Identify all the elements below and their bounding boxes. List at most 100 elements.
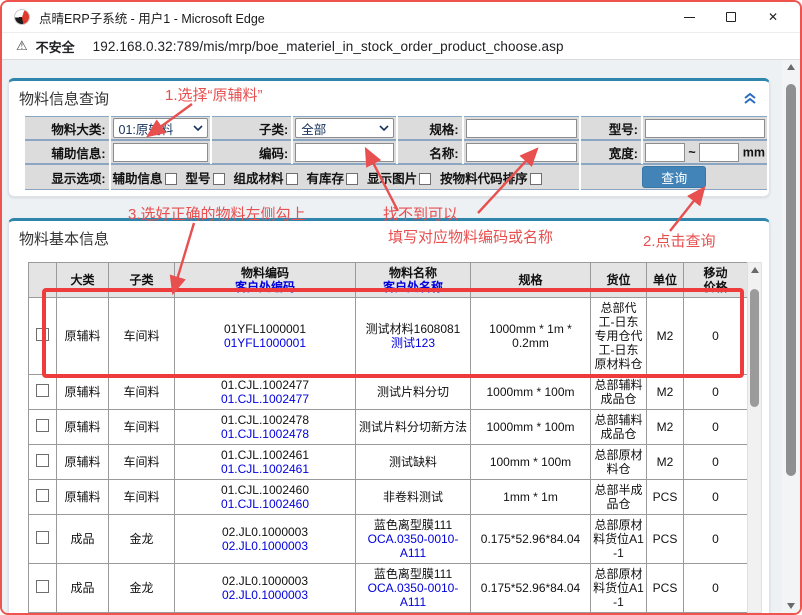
cell-material-code: 01YFL100000101YFL1000001 [175, 298, 356, 375]
cell-category: 原辅料 [57, 375, 109, 410]
row-checkbox[interactable] [36, 384, 49, 397]
width-min-input[interactable] [645, 143, 685, 162]
cell-material-code: 01.CJL.100247801.CJL.1002478 [175, 410, 356, 445]
cell-location: 总部半成品仓 [591, 480, 647, 515]
cell-subcategory: 车间料 [109, 375, 175, 410]
cell-subcategory: 金龙 [109, 564, 175, 613]
spec-label: 规格: [398, 116, 461, 140]
cell-material-code: 01.CJL.100246001.CJL.1002460 [175, 480, 356, 515]
cell-material-name: 测试片料分切新方法 [356, 410, 471, 445]
scroll-down-icon[interactable] [787, 603, 795, 609]
cell-category: 成品 [57, 515, 109, 564]
cell-price: 0 [684, 515, 748, 564]
display-option-checkbox[interactable] [419, 173, 431, 185]
display-option-label: 型号 [186, 172, 211, 186]
minimize-button[interactable] [668, 3, 710, 31]
cell-location: 总部原材料货位A1-1 [591, 515, 647, 564]
spec-input[interactable] [466, 119, 578, 138]
cell-material-name: 测试片料分切 [356, 375, 471, 410]
cell-location: 总部辅料成品仓 [591, 410, 647, 445]
scroll-up-icon[interactable] [751, 267, 759, 273]
display-option-checkbox[interactable] [286, 173, 298, 185]
table-scrollbar-thumb[interactable] [750, 289, 759, 407]
model-input[interactable] [645, 119, 765, 138]
subcategory-select[interactable]: 全部 [295, 118, 394, 138]
cell-unit: PCS [647, 564, 684, 613]
table-row: 原辅料车间料01.CJL.100246101.CJL.1002461测试缺料10… [29, 445, 748, 480]
url-text: 192.168.0.32:789/mis/mrp/boe_materiel_in… [93, 39, 564, 54]
cell-spec: 1000mm * 100m [471, 410, 591, 445]
width-tilde: ~ [688, 145, 695, 159]
name-label: 名称: [398, 140, 461, 164]
column-header [29, 263, 57, 298]
cell-material-code: 01.CJL.100247701.CJL.1002477 [175, 375, 356, 410]
cell-unit [647, 613, 684, 614]
cell-location: 总部原材料仓 [591, 445, 647, 480]
row-checkbox[interactable] [36, 489, 49, 502]
cell-location: 总部原材 [591, 613, 647, 614]
query-panel-title: 物料信息查询 [9, 81, 769, 109]
display-option-checkbox[interactable] [213, 173, 225, 185]
cell-unit: M2 [647, 410, 684, 445]
aux-info-input[interactable] [113, 143, 209, 162]
cell-spec: 0.175*52.96*84.04 [471, 515, 591, 564]
cell-price [684, 613, 748, 614]
cell-unit: M2 [647, 375, 684, 410]
code-label: 编码: [212, 140, 291, 164]
display-option-checkbox[interactable] [530, 173, 542, 185]
query-form: 物料大类: 01:原辅料 子类: 全部 规格: 型号: 辅助信息: 编码: 名称… [23, 116, 769, 190]
materials-table: 大类子类物料编码客户处编码物料名称客户处名称规格货位单位移动价格 原辅料车间料0… [28, 262, 748, 613]
model-label: 型号: [581, 116, 640, 140]
cell-spec: 100mm * 100m [471, 445, 591, 480]
cell-unit: M2 [647, 298, 684, 375]
subcategory-label: 子类: [212, 116, 291, 140]
row-checkbox[interactable] [36, 454, 49, 467]
display-option-checkbox[interactable] [346, 173, 358, 185]
cell-price: 0 [684, 298, 748, 375]
scroll-up-icon[interactable] [787, 64, 795, 70]
cell-location: 总部辅料成品仓 [591, 375, 647, 410]
cell-category [57, 613, 109, 614]
cell-subcategory: 车间料 [109, 410, 175, 445]
table-scrollbar[interactable] [747, 262, 762, 613]
table-row: 成品金龙02.JL0.100000302.JL0.1000003蓝色离型膜111… [29, 515, 748, 564]
cell-material-name: HCPET75-HT490 [356, 613, 471, 614]
row-checkbox[interactable] [36, 580, 49, 593]
maximize-button[interactable] [710, 3, 752, 31]
category-select[interactable]: 01:原辅料 [113, 118, 209, 138]
cell-subcategory: 车间料 [109, 480, 175, 515]
materials-table-wrap: 大类子类物料编码客户处编码物料名称客户处名称规格货位单位移动价格 原辅料车间料0… [28, 262, 747, 613]
name-input[interactable] [466, 143, 578, 162]
cell-category: 原辅料 [57, 445, 109, 480]
site-favicon [14, 9, 30, 25]
not-secure-warning-icon: ⚠ [16, 38, 28, 54]
address-bar[interactable]: ⚠ 不安全 192.168.0.32:789/mis/mrp/boe_mater… [2, 32, 800, 60]
code-input[interactable] [295, 143, 394, 162]
display-option-label: 辅助信息 [113, 172, 163, 186]
cell-spec: 1000mm * 1m * 0.2mm [471, 298, 591, 375]
security-label: 不安全 [36, 37, 75, 56]
cell-unit: PCS [647, 515, 684, 564]
row-checkbox[interactable] [36, 328, 49, 341]
collapse-panel-icon[interactable] [743, 92, 757, 110]
browser-scrollbar[interactable] [782, 60, 800, 613]
cell-price: 0 [684, 564, 748, 613]
width-max-input[interactable] [699, 143, 739, 162]
column-header: 移动价格 [684, 263, 748, 298]
close-icon: ✕ [768, 11, 778, 23]
table-row: 原辅料车间料01YFL100000101YFL1000001测试材料160808… [29, 298, 748, 375]
search-button[interactable]: 查询 [642, 166, 706, 188]
display-option-checkbox[interactable] [165, 173, 177, 185]
category-label: 物料大类: [25, 116, 109, 140]
cell-material-code: 01.CJL.100246101.CJL.1002461 [175, 445, 356, 480]
row-checkbox[interactable] [36, 419, 49, 432]
browser-scrollbar-thumb[interactable] [786, 84, 796, 476]
column-header: 物料编码客户处编码 [175, 263, 356, 298]
column-header: 子类 [109, 263, 175, 298]
browser-window: 点晴ERP子系统 - 用户1 - Microsoft Edge ✕ ⚠ 不安全 … [0, 0, 802, 615]
cell-location: 总部原材料货位A1-1 [591, 564, 647, 613]
row-checkbox[interactable] [36, 531, 49, 544]
window-title: 点晴ERP子系统 - 用户1 - Microsoft Edge [39, 8, 265, 27]
close-button[interactable]: ✕ [752, 3, 794, 31]
width-unit: mm [743, 145, 765, 159]
